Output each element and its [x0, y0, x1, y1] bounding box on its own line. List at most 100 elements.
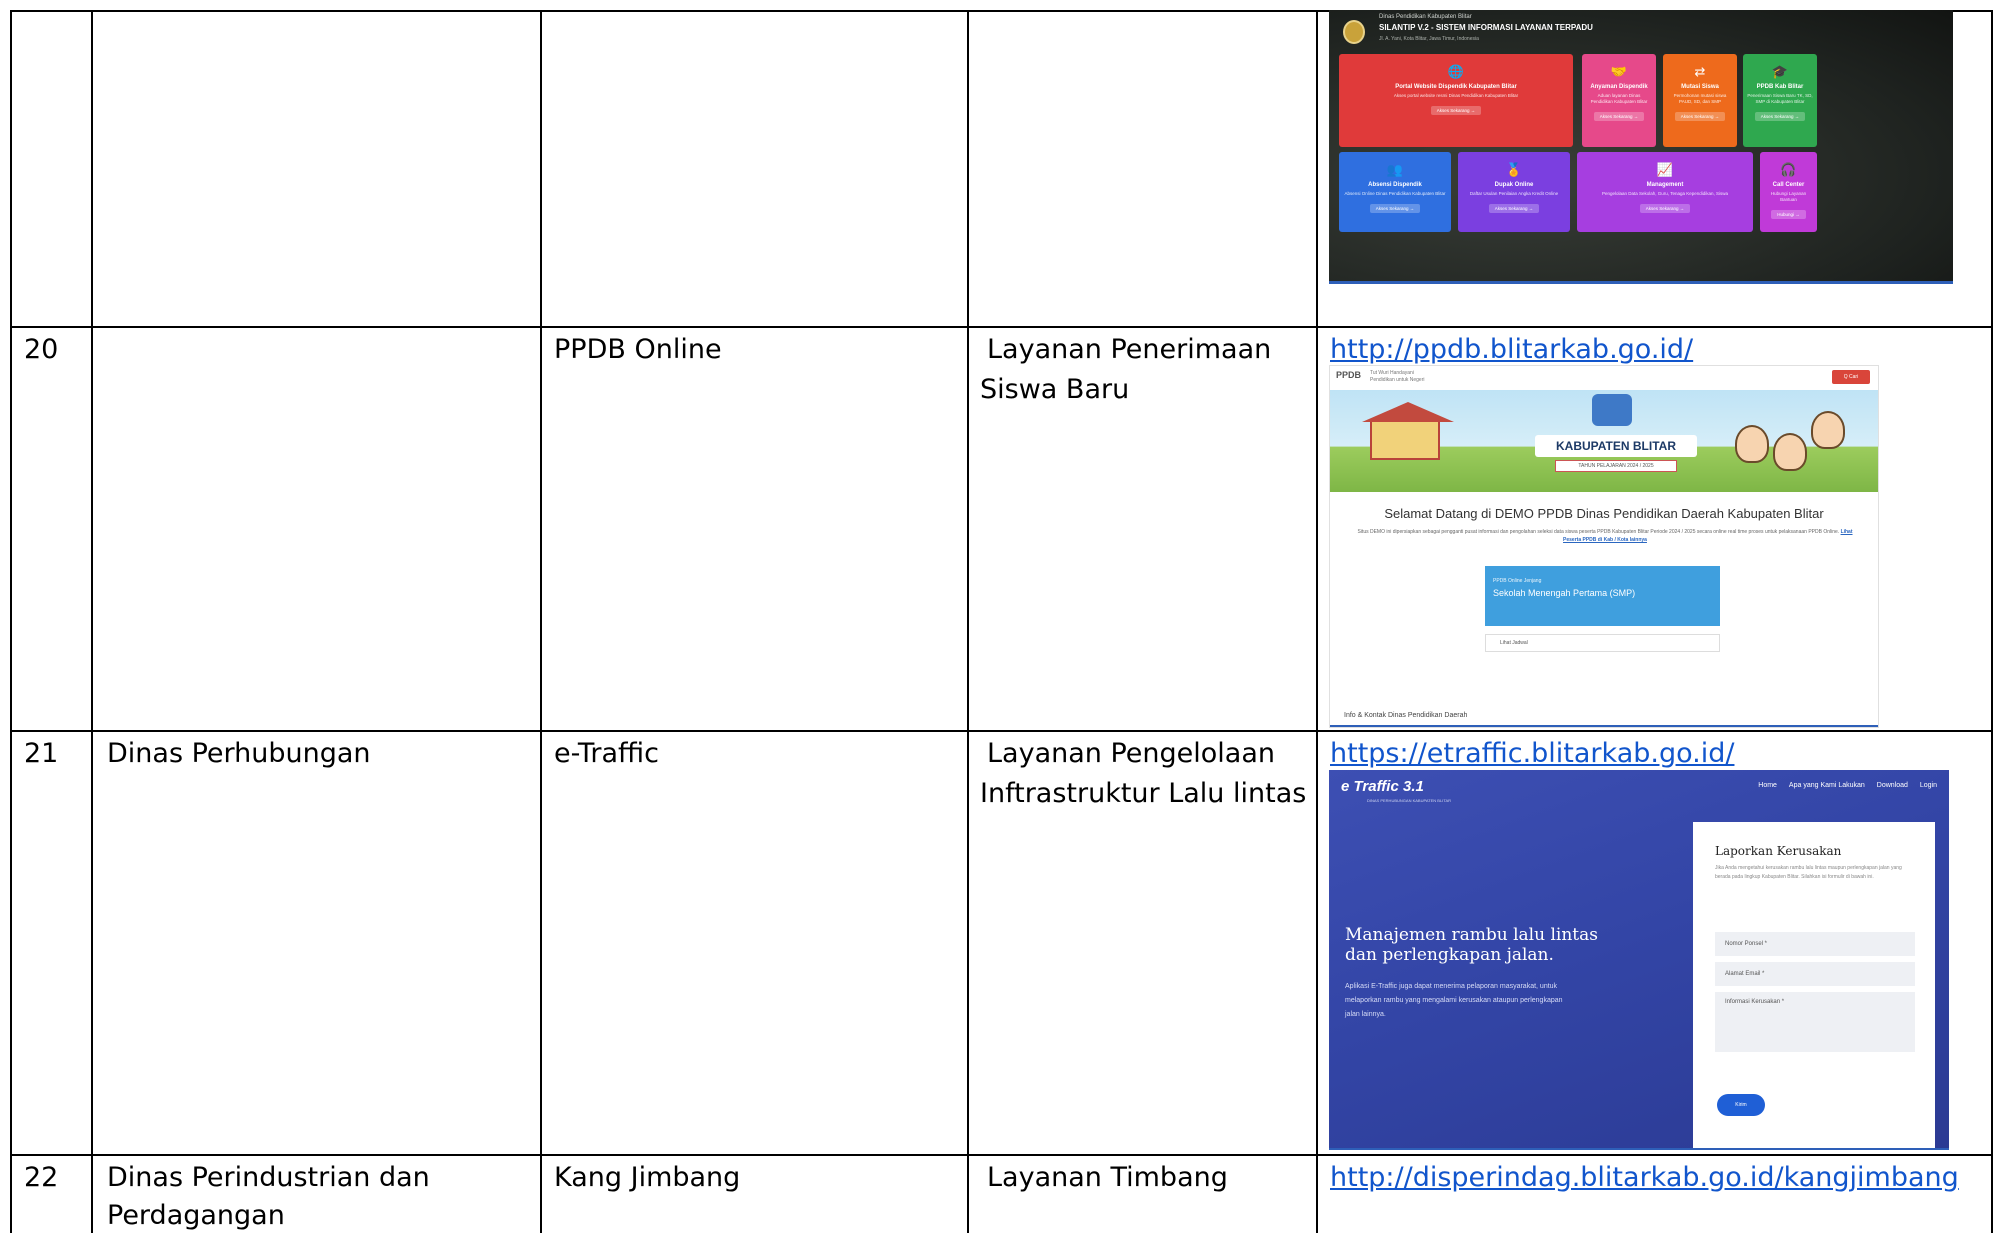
tile-access-button[interactable]: Akses Sekarang → — [1674, 112, 1726, 121]
students-illustration — [1725, 405, 1855, 485]
etraffic-nav: Home Apa yang Kami Lakukan Download Logi… — [1748, 782, 1937, 789]
tile-access-button[interactable]: Akses Sekarang → — [1430, 106, 1482, 115]
row-20-service-line2: Siswa Baru — [980, 374, 1130, 405]
nav-download[interactable]: Download — [1877, 782, 1908, 789]
row-21-service-line1: Layanan Pengelolaan — [987, 738, 1275, 769]
row-21-link[interactable]: https://etraffic.blitarkab.go.id/ — [1330, 736, 1734, 772]
ppdb-description-text: Situs DEMO ini dipersiapkan sebagai peng… — [1357, 529, 1840, 535]
ppdb-logo: PPDB — [1336, 370, 1362, 380]
silantip-tile[interactable]: 🎓 PPDB Kab Blitar Penerimaan Siswa Baru TK… — [1743, 54, 1817, 147]
tile-title: Absensi Dispendik — [1368, 182, 1422, 188]
silantip-tile[interactable]: 🌐 Portal Website Dispendik Kabupaten Blit… — [1339, 54, 1573, 147]
tile-access-button[interactable]: Akses Sekarang → — [1639, 204, 1691, 213]
tile-title: Dupak Online — [1494, 182, 1534, 188]
emblem-icon — [1343, 20, 1365, 44]
tile-access-button[interactable]: Akses Sekarang → — [1593, 112, 1645, 121]
row-20-service-line1: Layanan Penerimaan — [987, 334, 1272, 365]
etraffic-hero-heading: Manajemen rambu lalu lintas dan perlengk… — [1345, 925, 1598, 965]
tile-title: Anyaman Dispendik — [1590, 84, 1648, 90]
silantip-tile[interactable]: 🏅 Dupak Online Daftar Usulan Penilaian Ang… — [1458, 152, 1570, 232]
row-20-link[interactable]: http://ppdb.blitarkab.go.id/ — [1330, 332, 1693, 368]
row-20-number: 20 — [24, 334, 59, 365]
etraffic-screenshot: e Traffic 3.1 DINAS PERHUBUNGAN KABUPATE… — [1329, 770, 1949, 1150]
ppdb-info-heading: Info & Kontak Dinas Pendidikan Daerah — [1344, 712, 1468, 719]
column-divider-1 — [91, 10, 93, 1233]
ppdb-card-title: Sekolah Menengah Pertama (SMP) — [1493, 588, 1636, 598]
silantip-title: SILANTIP V.2 - SISTEM INFORMASI LAYANAN … — [1379, 23, 1593, 32]
damage-info-field[interactable]: Informasi Kerusakan * — [1715, 992, 1915, 1052]
form-description: Jika Anda mengetahui kerusakan rambu lal… — [1715, 865, 1902, 880]
ppdb-search-button[interactable]: Q Cari — [1832, 370, 1870, 384]
divider — [1329, 1148, 1949, 1150]
row-border-19-20 — [10, 326, 1993, 328]
tile-title: Mutasi Siswa — [1681, 84, 1719, 90]
school-building-illustration — [1362, 402, 1454, 460]
tile-icon: 🎧 — [1780, 162, 1797, 177]
tile-title: PPDB Kab Blitar — [1756, 84, 1804, 90]
tile-access-button[interactable]: Akses Sekarang → — [1754, 112, 1806, 121]
tile-description: Permohonan mutasi siswa PAUD, SD, dan SM… — [1673, 93, 1727, 104]
etraffic-logo: e Traffic 3.1 — [1341, 778, 1424, 795]
tile-description: Penerimaan Siswa Baru TK, SD, SMP di Kab… — [1747, 93, 1813, 104]
ppdb-logo-sub-line2: Pendidikan untuk Negeri — [1370, 377, 1425, 383]
column-divider-3 — [967, 10, 969, 1233]
ppdb-header: PPDB Tut Wuri Handayani Pendidikan untuk … — [1330, 366, 1878, 390]
silantip-address: Jl. A. Yani, Kota Blitar, Jawa Timur, In… — [1379, 36, 1479, 42]
nav-home[interactable]: Home — [1758, 782, 1777, 789]
row-22-link[interactable]: http://disperindag.blitarkab.go.id/kangj… — [1330, 1160, 1959, 1196]
ppdb-banner-year: TAHUN PELAJARAN 2024 / 2025 — [1555, 460, 1677, 472]
tile-icon: 📈 — [1656, 162, 1674, 177]
tile-title: Management — [1646, 182, 1684, 188]
silantip-tile[interactable]: 🤝 Anyaman Dispendik Aduan layanan Dinas Pe… — [1582, 54, 1656, 147]
tile-access-button[interactable]: Hubungi → — [1771, 210, 1806, 219]
tile-description: Absensi Online Dinas Pendidikan Kabupate… — [1344, 191, 1446, 196]
silantip-tile[interactable]: 🎧 Call Center Hubungi Layanan Bantuan Hubun… — [1760, 152, 1817, 232]
table-border-left — [10, 10, 12, 1233]
ppdb-smp-card[interactable]: PPDB Online Jenjang Sekolah Menengah Per… — [1485, 566, 1720, 626]
ppdb-logo-sub: Tut Wuri Handayani Pendidikan untuk Neger… — [1370, 370, 1424, 384]
student-figure — [1735, 425, 1769, 463]
divider — [1330, 725, 1878, 727]
etraffic-hero-description: Aplikasi E-Traffic juga dapat menerima p… — [1345, 983, 1563, 1018]
tile-icon: 🤝 — [1610, 64, 1628, 79]
document-table: 20 PPDB Online Layanan Penerimaan Siswa … — [0, 0, 1993, 1233]
row-22-number: 22 — [24, 1162, 59, 1193]
silantip-tile[interactable]: 📈 Management Pengelolaan Data Sekolah, Gur… — [1577, 152, 1753, 232]
tile-description: Aduan layanan Dinas Pendidikan Kabupaten… — [1590, 93, 1648, 104]
tile-access-button[interactable]: Akses Sekarang → — [1369, 204, 1421, 213]
row-21-number: 21 — [24, 738, 59, 769]
form-title: Laporkan Kerusakan — [1715, 844, 1842, 858]
silantip-org: Dinas Pendidikan Kabupaten Blitar — [1379, 14, 1472, 20]
phone-field[interactable]: Nomor Ponsel * — [1715, 932, 1915, 956]
email-field[interactable]: Alamat Email * — [1715, 962, 1915, 986]
silantip-screenshot: Dinas Pendidikan Kabupaten Blitar SILANT… — [1329, 10, 1953, 284]
tile-access-button[interactable]: Akses Sekarang → — [1488, 204, 1540, 213]
tile-description: Pengelolaan Data Sekolah, Guru, Tenaga K… — [1601, 191, 1728, 196]
row-border-20-21 — [10, 730, 1993, 732]
nav-about[interactable]: Apa yang Kami Lakukan — [1789, 782, 1865, 789]
ppdb-card-label: PPDB Online Jenjang — [1493, 578, 1542, 584]
ppdb-schedule-link[interactable]: Lihat Jadwal — [1485, 634, 1720, 652]
tile-description: Hubungi Layanan Bantuan — [1770, 191, 1807, 202]
ppdb-logo-sub-line1: Tut Wuri Handayani — [1370, 370, 1414, 376]
silantip-tile[interactable]: 👥 Absensi Dispendik Absensi Online Dinas P… — [1339, 152, 1451, 232]
damage-report-form: Laporkan Kerusakan Jika Anda mengetahui … — [1693, 822, 1935, 1150]
silantip-header: Dinas Pendidikan Kabupaten Blitar SILANT… — [1329, 10, 1953, 56]
tile-icon: ⇄ — [1694, 64, 1706, 79]
row-21-service-line2: Inftrastruktur Lalu lintas — [980, 778, 1307, 809]
row-21-application: e-Traffic — [554, 738, 659, 769]
tile-icon: 🏅 — [1505, 162, 1523, 177]
student-figure — [1811, 411, 1845, 449]
divider — [1329, 281, 1953, 284]
tut-wuri-emblem-icon — [1592, 394, 1632, 426]
row-22-application: Kang Jimbang — [554, 1162, 741, 1193]
student-figure — [1773, 433, 1807, 471]
tile-description: Akses portal website resmi Dinas Pendidi… — [1393, 93, 1519, 98]
ppdb-screenshot: PPDB Tut Wuri Handayani Pendidikan untuk … — [1329, 365, 1879, 728]
etraffic-logo-sub: DINAS PERHUBUNGAN KABUPATEN BLITAR — [1367, 798, 1452, 803]
nav-login[interactable]: Login — [1920, 782, 1937, 789]
silantip-tile[interactable]: ⇄ Mutasi Siswa Permohonan mutasi siswa PAU… — [1663, 54, 1737, 147]
row-border-21-22 — [10, 1154, 1993, 1156]
ppdb-description: Situs DEMO ini dipersiapkan sebagai peng… — [1350, 528, 1860, 544]
submit-button[interactable]: Kirim — [1717, 1094, 1765, 1116]
